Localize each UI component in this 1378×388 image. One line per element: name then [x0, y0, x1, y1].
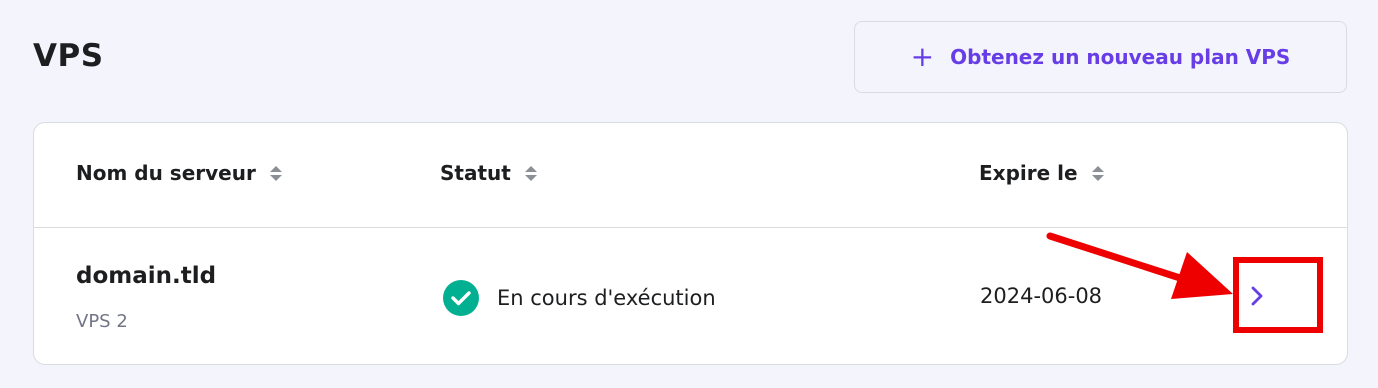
red-arrow — [1046, 232, 1233, 299]
